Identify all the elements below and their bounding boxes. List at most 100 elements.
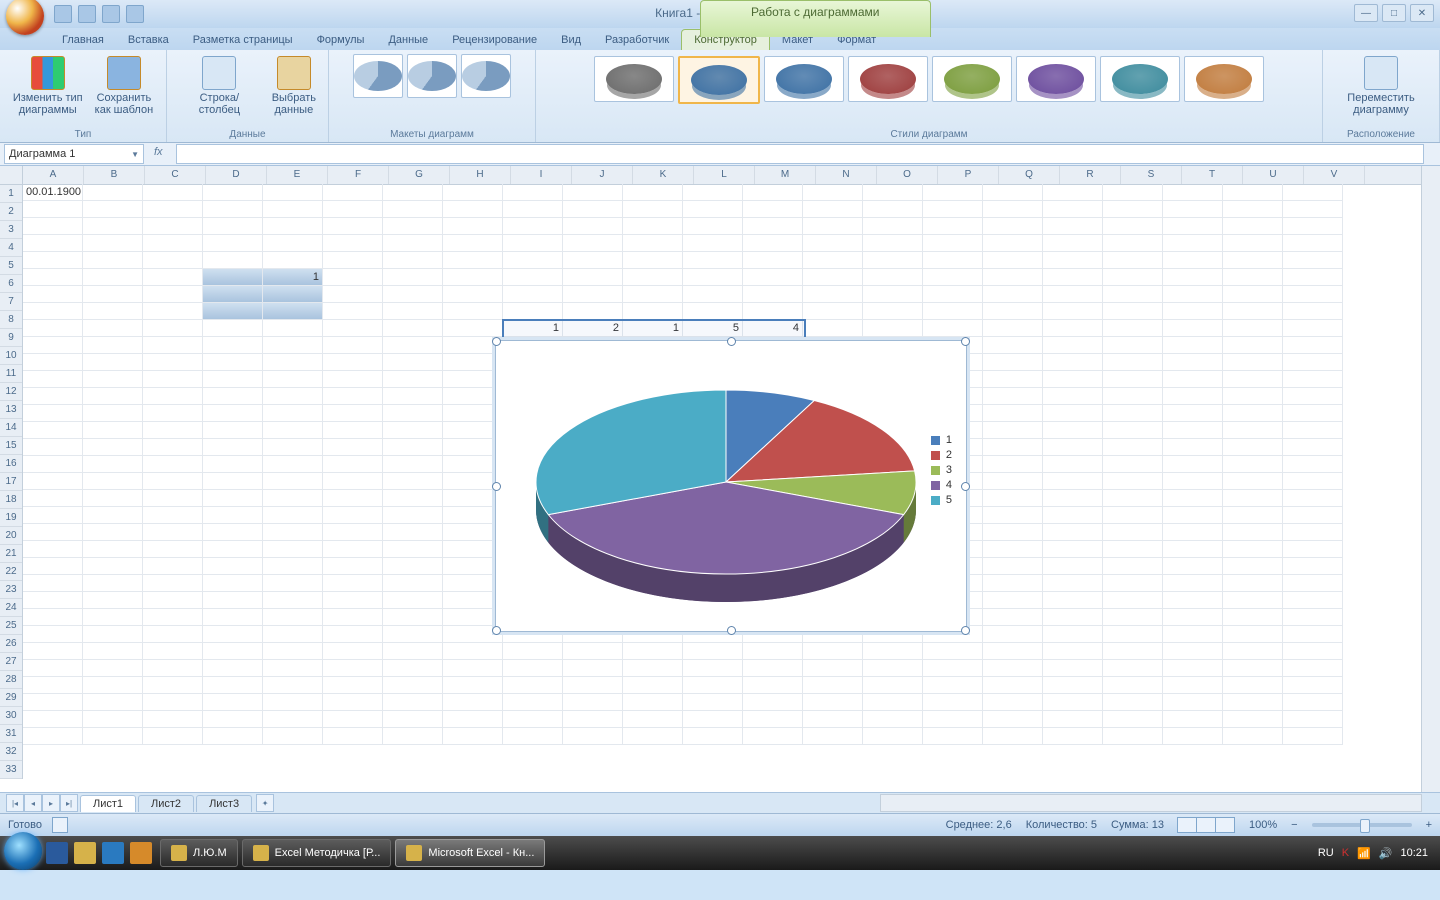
cell-F11[interactable] (323, 354, 383, 371)
row-header-5[interactable]: 5 (0, 257, 22, 275)
cell-R27[interactable] (1043, 626, 1103, 643)
cell-S32[interactable] (1103, 711, 1163, 728)
cell-A33[interactable] (23, 728, 83, 745)
cell-M33[interactable] (743, 728, 803, 745)
cell-F6[interactable] (323, 269, 383, 286)
cell-S8[interactable] (1103, 303, 1163, 320)
cell-I2[interactable] (503, 201, 563, 218)
cell-P33[interactable] (923, 728, 983, 745)
cell-J7[interactable] (563, 286, 623, 303)
cell-A4[interactable] (23, 235, 83, 252)
cell-E13[interactable] (263, 388, 323, 405)
cell-V9[interactable] (1283, 320, 1343, 337)
cell-D16[interactable] (203, 439, 263, 456)
cell-V16[interactable] (1283, 439, 1343, 456)
cell-C14[interactable] (143, 405, 203, 422)
cell-V29[interactable] (1283, 660, 1343, 677)
cell-T7[interactable] (1163, 286, 1223, 303)
cell-A25[interactable] (23, 592, 83, 609)
cell-A8[interactable] (23, 303, 83, 320)
macro-record-icon[interactable] (52, 817, 68, 833)
cell-U24[interactable] (1223, 575, 1283, 592)
cell-C2[interactable] (143, 201, 203, 218)
cell-H20[interactable] (443, 507, 503, 524)
cell-U14[interactable] (1223, 405, 1283, 422)
zoom-slider[interactable] (1312, 823, 1412, 827)
cell-D13[interactable] (203, 388, 263, 405)
cell-C27[interactable] (143, 626, 203, 643)
cell-S30[interactable] (1103, 677, 1163, 694)
cell-G14[interactable] (383, 405, 443, 422)
cell-Q17[interactable] (983, 456, 1043, 473)
cell-R10[interactable] (1043, 337, 1103, 354)
chart-style-2[interactable] (678, 56, 760, 104)
cell-F13[interactable] (323, 388, 383, 405)
cell-S6[interactable] (1103, 269, 1163, 286)
cell-A10[interactable] (23, 337, 83, 354)
undo-icon[interactable] (78, 5, 96, 23)
cell-G12[interactable] (383, 371, 443, 388)
cell-G5[interactable] (383, 252, 443, 269)
row-header-9[interactable]: 9 (0, 329, 22, 347)
cell-S17[interactable] (1103, 456, 1163, 473)
cell-I31[interactable] (503, 694, 563, 711)
cell-D9[interactable] (203, 320, 263, 337)
cell-T4[interactable] (1163, 235, 1223, 252)
cell-B1[interactable] (83, 184, 143, 201)
taskbar-ie2-icon[interactable] (102, 842, 124, 864)
row-header-12[interactable]: 12 (0, 383, 22, 401)
cell-K32[interactable] (623, 711, 683, 728)
cell-S21[interactable] (1103, 524, 1163, 541)
tab-nav-prev[interactable]: ◂ (24, 794, 42, 812)
cell-N29[interactable] (803, 660, 863, 677)
cell-S33[interactable] (1103, 728, 1163, 745)
cell-T16[interactable] (1163, 439, 1223, 456)
row-header-19[interactable]: 19 (0, 509, 22, 527)
cell-B32[interactable] (83, 711, 143, 728)
cell-A18[interactable] (23, 473, 83, 490)
column-header-T[interactable]: T (1182, 166, 1243, 184)
cell-B28[interactable] (83, 643, 143, 660)
cell-E7[interactable] (263, 286, 323, 303)
cell-E8[interactable] (263, 303, 323, 320)
cell-A3[interactable] (23, 218, 83, 235)
row-header-30[interactable]: 30 (0, 707, 22, 725)
cell-U16[interactable] (1223, 439, 1283, 456)
select-data-button[interactable]: Выбрать данные (268, 54, 320, 118)
cell-V10[interactable] (1283, 337, 1343, 354)
cell-E28[interactable] (263, 643, 323, 660)
cell-H28[interactable] (443, 643, 503, 660)
cell-V7[interactable] (1283, 286, 1343, 303)
horizontal-scrollbar[interactable] (880, 794, 1422, 812)
row-header-24[interactable]: 24 (0, 599, 22, 617)
cell-Q29[interactable] (983, 660, 1043, 677)
cell-C12[interactable] (143, 371, 203, 388)
cell-G11[interactable] (383, 354, 443, 371)
cell-C22[interactable] (143, 541, 203, 558)
row-header-6[interactable]: 6 (0, 275, 22, 293)
cell-A2[interactable] (23, 201, 83, 218)
cell-V32[interactable] (1283, 711, 1343, 728)
cell-F33[interactable] (323, 728, 383, 745)
column-header-H[interactable]: H (450, 166, 511, 184)
cell-B31[interactable] (83, 694, 143, 711)
cell-F7[interactable] (323, 286, 383, 303)
cell-R16[interactable] (1043, 439, 1103, 456)
column-header-F[interactable]: F (328, 166, 389, 184)
cell-Q2[interactable] (983, 201, 1043, 218)
cell-F21[interactable] (323, 524, 383, 541)
taskbar-media-icon[interactable] (130, 842, 152, 864)
cell-K4[interactable] (623, 235, 683, 252)
redo-icon[interactable] (102, 5, 120, 23)
cell-F29[interactable] (323, 660, 383, 677)
cell-V30[interactable] (1283, 677, 1343, 694)
cell-V31[interactable] (1283, 694, 1343, 711)
cell-P3[interactable] (923, 218, 983, 235)
cell-F12[interactable] (323, 371, 383, 388)
cell-O30[interactable] (863, 677, 923, 694)
cell-U30[interactable] (1223, 677, 1283, 694)
cell-M4[interactable] (743, 235, 803, 252)
taskbar-task-2[interactable]: Microsoft Excel - Кн... (395, 839, 545, 867)
cell-F22[interactable] (323, 541, 383, 558)
cell-B6[interactable] (83, 269, 143, 286)
